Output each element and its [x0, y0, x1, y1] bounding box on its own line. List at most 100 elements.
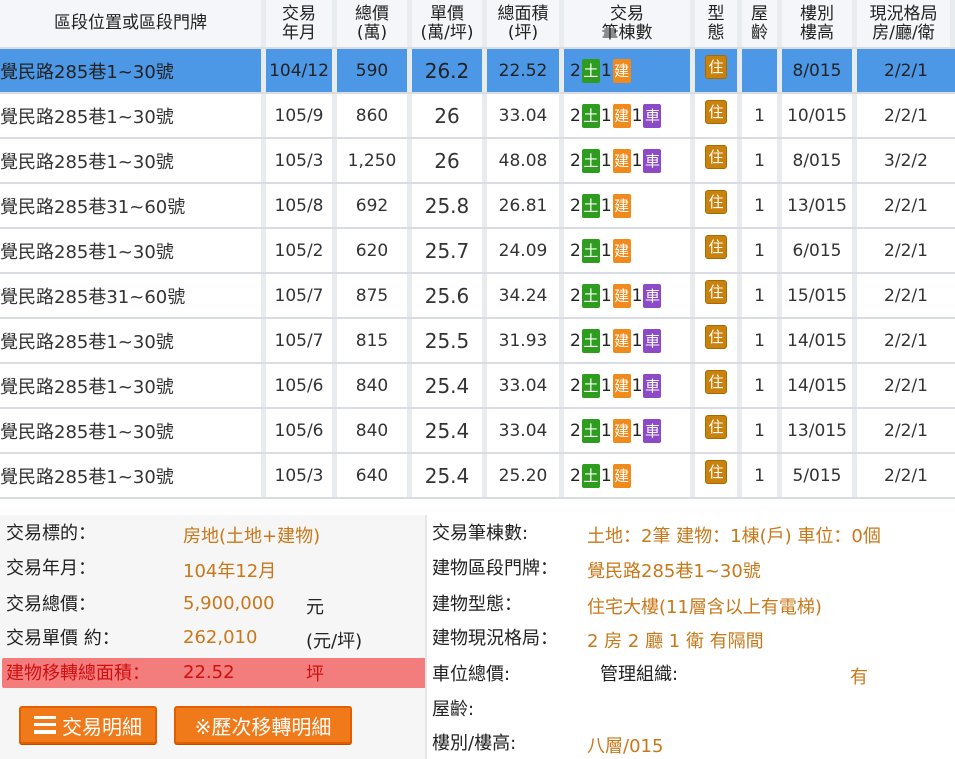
cell-address: 覺民路285巷1~30號 [0, 319, 266, 362]
parking-badge-icon: 車 [643, 328, 662, 353]
building-badge-icon: 建 [612, 463, 631, 488]
cell-txn-count: 2土1建 [564, 184, 695, 227]
header-type[interactable]: 型態 [695, 0, 742, 47]
cell-total-price: 840 [337, 364, 412, 407]
cell-total-area: 25.20 [487, 454, 564, 497]
cell-trade-month: 104/12 [266, 49, 337, 92]
land-badge-icon: 土 [581, 193, 600, 218]
building-count: 1 [600, 465, 612, 486]
land-count: 2 [570, 330, 581, 351]
table-body: 覺民路285巷1~30號 104/12 590 26.2 22.52 2 土 1 建住 8/015… [0, 49, 955, 499]
parking-count: 1 [631, 420, 643, 441]
unit-price-value: 262,010 [183, 627, 258, 648]
cell-total-area: 24.09 [487, 229, 564, 272]
header-unit-price[interactable]: 單價 (萬/坪) [412, 0, 487, 47]
header-txn-count[interactable]: 交易 筆棟數 [564, 0, 695, 47]
cell-txn-count: 2土1建1車 [564, 409, 695, 452]
table-row[interactable]: 覺民路285巷1~30號 105/6 840 25.4 33.04 2 土 1 建 1 車住 1 14/… [0, 364, 955, 409]
table-row[interactable]: 覺民路285巷31~60號 105/8 692 25.8 26.81 2 土 1 建住 1 13/0… [0, 184, 955, 229]
residential-icon: 住 [705, 370, 727, 394]
table-row[interactable]: 覺民路285巷31~60號 105/7 875 25.6 34.24 2 土 1 建 1 車住 1 15… [0, 274, 955, 319]
cell-txn-count: 2土1建1車 [564, 319, 695, 362]
cell-address: 覺民路285巷31~60號 [0, 274, 266, 317]
app: 區段位置或區段門牌 交易 年月 總價 (萬) 單價 (萬/坪) 總面積 (坪) 交易 筆棟… [0, 0, 955, 759]
building-address-value: 覺民路285巷1~30號 [587, 561, 761, 582]
building-type-value: 住宅大樓(11層含以上有電梯) [587, 597, 822, 618]
cell-total-price: 620 [337, 229, 412, 272]
header-trade-month[interactable]: 交易 年月 [266, 0, 337, 47]
building-count: 1 [600, 375, 612, 396]
header-age[interactable]: 屋齡 [742, 0, 782, 47]
parking-badge-icon: 車 [643, 148, 662, 173]
cell-address: 覺民路285巷1~30號 [0, 364, 266, 407]
cell-floor: 13/015 [782, 409, 857, 452]
header-floor[interactable]: 樓別 樓高 [782, 0, 857, 47]
header-total-price[interactable]: 總價 (萬) [337, 0, 412, 47]
floor-value: 八層/015 [587, 736, 664, 757]
building-count: 1 [600, 285, 612, 306]
parking-count: 1 [631, 150, 643, 171]
cell-address: 覺民路285巷31~60號 [0, 184, 266, 227]
cell-unit-price: 25.6 [412, 274, 487, 317]
table-row[interactable]: 覺民路285巷1~30號 105/9 860 26 33.04 2 土 1 建 1 車住 1 10/01… [0, 94, 955, 139]
transaction-detail-button[interactable]: 交易明細 [19, 706, 157, 744]
table-row[interactable]: 覺民路285巷1~30號 105/6 840 25.4 33.04 2 土 1 建 1 車住 1 13/… [0, 409, 955, 454]
cell-total-price: 840 [337, 409, 412, 452]
cell-trade-month: 105/6 [266, 364, 337, 407]
table-row[interactable]: 覺民路285巷1~30號 105/2 620 25.7 24.09 2 土 1 建住 1 6/015… [0, 229, 955, 274]
building-badge-icon: 建 [612, 328, 631, 353]
cell-trade-month: 105/2 [266, 229, 337, 272]
cell-layout: 2/2/1 [884, 105, 928, 126]
cell-trade-month: 105/6 [266, 409, 337, 452]
land-badge-icon: 土 [581, 418, 600, 443]
cell-address: 覺民路285巷1~30號 [0, 49, 266, 92]
cell-layout: 2/2/1 [857, 49, 955, 92]
cell-floor: 5/015 [782, 454, 857, 497]
table-header: 區段位置或區段門牌 交易 年月 總價 (萬) 單價 (萬/坪) 總面積 (坪) 交易 筆棟… [0, 0, 955, 49]
cell-txn-count: 2土1建1車 [564, 274, 695, 317]
header-layout[interactable]: 現況格局 房/廳/衛 [857, 0, 955, 47]
list-icon [34, 716, 56, 734]
cell-age: 1 [742, 409, 782, 452]
cell-total-area: 33.04 [487, 364, 564, 407]
cell-total-area: 33.04 [487, 94, 564, 137]
residential-icon: 住 [705, 145, 727, 169]
land-badge-icon: 土 [581, 148, 600, 173]
cell-type: 住 [695, 94, 742, 137]
land-count: 2 [570, 105, 581, 126]
table-row[interactable]: 覺民路285巷1~30號 105/7 815 25.5 31.93 2 土 1 建 1 車住 1 14/… [0, 319, 955, 364]
table-row[interactable]: 覺民路285巷1~30號 105/3 640 25.4 25.20 2 土 1 建住 1 5/015… [0, 454, 955, 499]
building-count: 1 [600, 150, 612, 171]
cell-trade-month: 105/7 [266, 274, 337, 317]
cell-txn-count: 2土1建1車 [564, 364, 695, 407]
cell-age: 1 [742, 184, 782, 227]
land-count: 2 [570, 285, 581, 306]
residential-icon: 住 [705, 55, 727, 79]
trade-month-label: 交易年月： [6, 558, 96, 579]
cell-trade-month: 105/3 [266, 454, 337, 497]
cell-trade-month: 105/7 [266, 319, 337, 362]
residential-icon: 住 [705, 100, 727, 124]
table-row[interactable]: 覺民路285巷1~30號 104/12 590 26.2 22.52 2 土 1 建住 8/015… [0, 49, 955, 94]
cell-total-price: 640 [337, 454, 412, 497]
header-total-area[interactable]: 總面積 (坪) [487, 0, 564, 47]
detail-panel: 交易標的： 房地(土地+建物) 交易年月： 104年12月 交易總價： 5,90… [0, 503, 955, 759]
cell-unit-price: 26 [412, 139, 487, 182]
cell-layout: 2/2/1 [884, 465, 928, 486]
cell-floor: 8/015 [782, 139, 857, 182]
cell-age [742, 49, 782, 92]
cell-txn-count: 2土1建 [564, 229, 695, 272]
transfer-history-button[interactable]: ※歷次移轉明細 [174, 706, 352, 744]
cell-txn-count: 2土1建1車 [564, 94, 695, 137]
unit-price-unit: (元/坪) [306, 631, 363, 652]
cell-txn-count: 2土1建1車 [564, 139, 695, 182]
parking-badge-icon: 車 [643, 373, 662, 398]
cell-total-price: 875 [337, 274, 412, 317]
parking-badge-icon: 車 [643, 418, 662, 443]
cell-unit-price: 26 [412, 94, 487, 137]
table-row[interactable]: 覺民路285巷1~30號 105/3 1,250 26 48.08 2 土 1 建 1 車住 1 8/0… [0, 139, 955, 184]
header-address[interactable]: 區段位置或區段門牌 [0, 0, 266, 47]
building-count: 1 [600, 195, 612, 216]
building-layout-label: 建物現況格局： [432, 628, 558, 649]
residential-icon: 住 [705, 325, 727, 349]
